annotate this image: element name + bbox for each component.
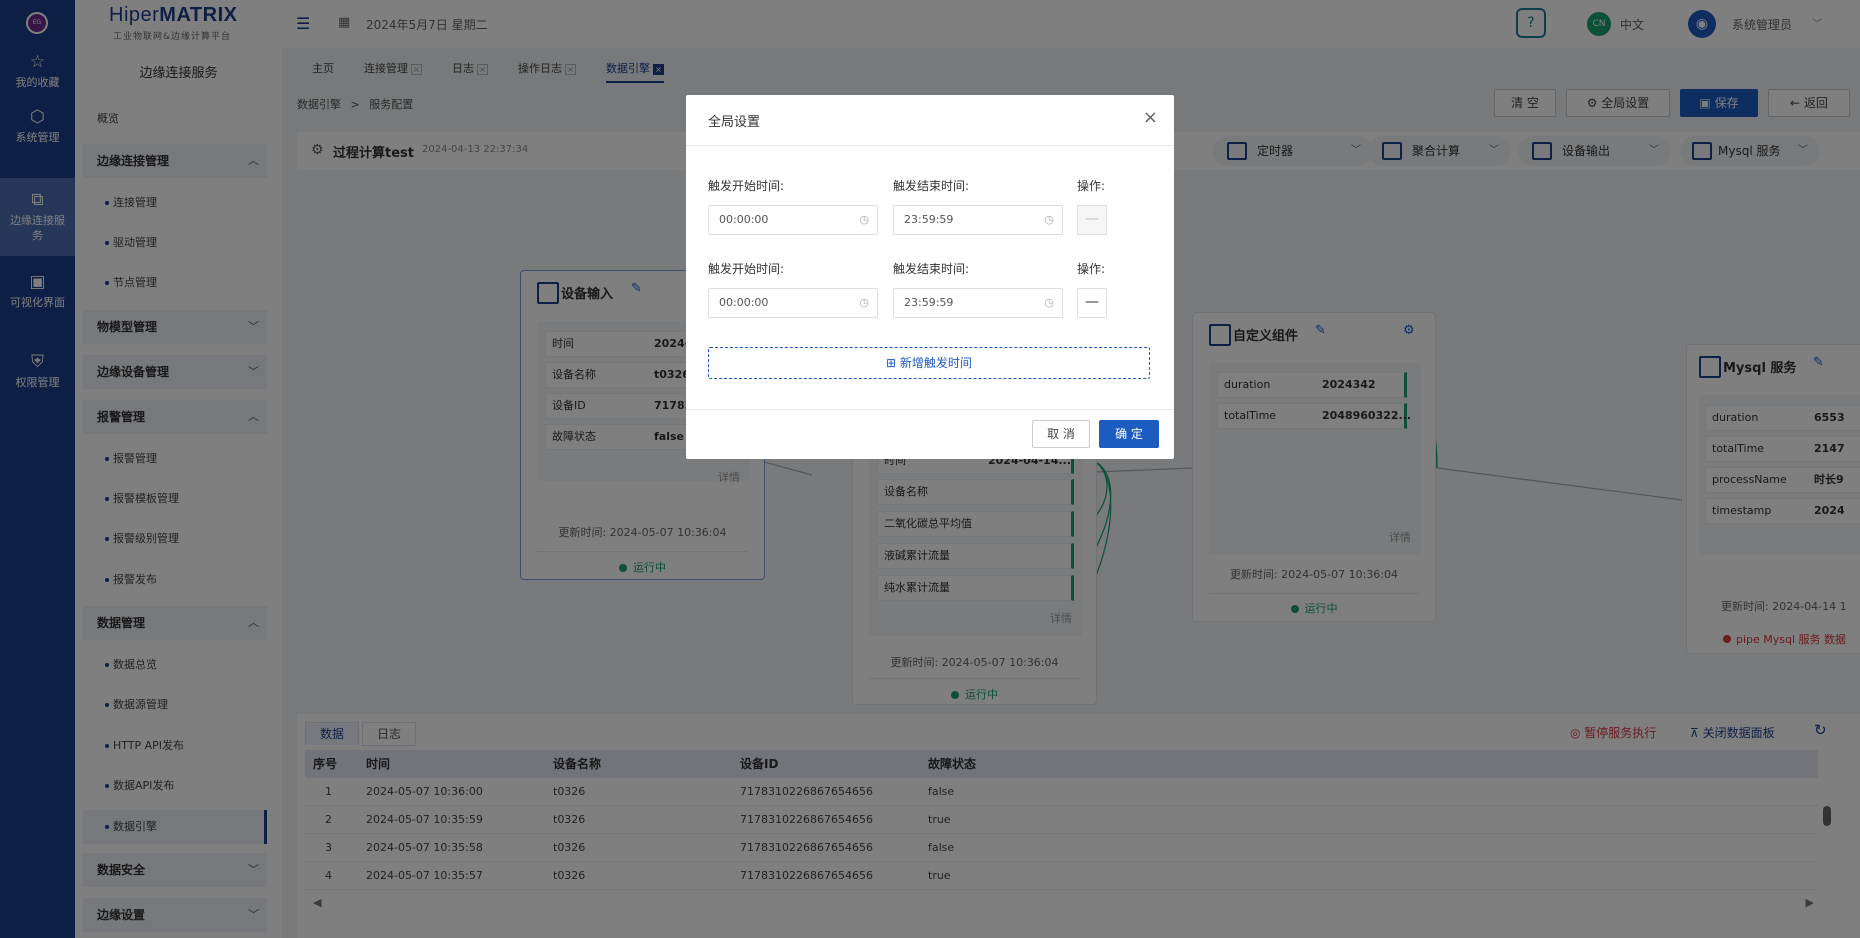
start-time-input[interactable]: 00:00:00 ◷ (708, 205, 878, 235)
remove-row-button[interactable]: — (1077, 288, 1107, 318)
cancel-button[interactable]: 取 消 (1032, 420, 1090, 448)
dialog-title: 全局设置 (708, 115, 761, 130)
start-time-input[interactable]: 00:00:00 ◷ (708, 288, 878, 318)
global-settings-dialog: 全局设置 × 触发开始时间: 触发结束时间: 操作: 00:00:00 ◷ 23:… (686, 95, 1174, 459)
end-time-input[interactable]: 23:59:59 ◷ (893, 288, 1063, 318)
op-label: 操作: (1077, 179, 1106, 193)
clock-icon: ◷ (1044, 213, 1054, 226)
add-icon: ⊞ (886, 356, 900, 370)
minus-icon: — (1085, 294, 1099, 310)
ok-button[interactable]: 确 定 (1099, 420, 1159, 448)
start-time-label: 触发开始时间: (708, 262, 785, 276)
clock-icon: ◷ (1044, 296, 1054, 309)
end-time-input[interactable]: 23:59:59 ◷ (893, 205, 1063, 235)
end-time-label: 触发结束时间: (893, 179, 970, 193)
close-icon[interactable]: × (1143, 107, 1158, 128)
start-time-label: 触发开始时间: (708, 179, 785, 193)
clock-icon: ◷ (859, 213, 869, 226)
op-label: 操作: (1077, 262, 1106, 276)
remove-row-button[interactable]: — (1077, 205, 1107, 235)
end-time-label: 触发结束时间: (893, 262, 970, 276)
clock-icon: ◷ (859, 296, 869, 309)
minus-icon: — (1085, 211, 1099, 227)
add-trigger-time-button[interactable]: ⊞ 新增触发时间 (708, 347, 1150, 379)
